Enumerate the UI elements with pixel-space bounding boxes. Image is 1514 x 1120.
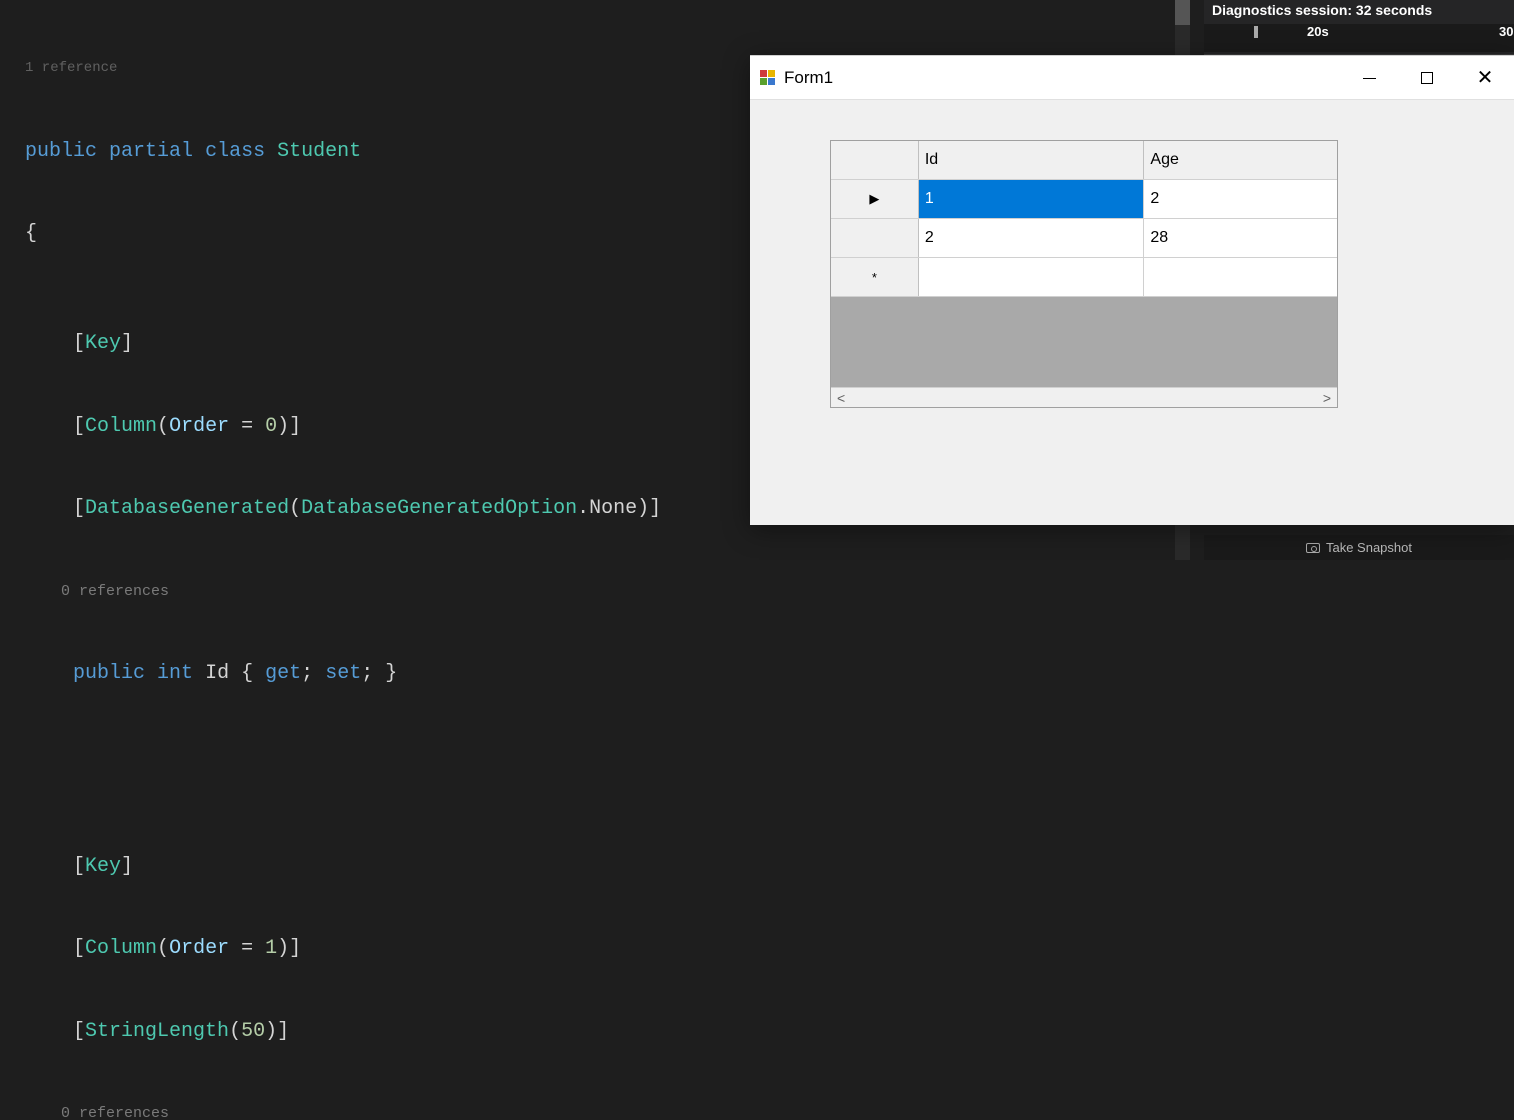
scroll-right-arrow-icon[interactable]: > bbox=[1319, 390, 1335, 406]
datagrid-corner[interactable] bbox=[831, 141, 919, 179]
diagnostics-title: Diagnostics session: 32 seconds bbox=[1212, 2, 1432, 18]
cell-id[interactable]: 2 bbox=[919, 219, 1145, 257]
close-icon: ✕ bbox=[1477, 68, 1494, 88]
datagrid[interactable]: Id Age ▶ 1 2 2 28 * < > bbox=[830, 140, 1338, 408]
timeline-tick: 30 bbox=[1499, 24, 1513, 39]
cell-empty[interactable] bbox=[919, 258, 1145, 296]
form1-window[interactable]: Form1 ✕ Id Age ▶ 1 2 2 28 * bbox=[750, 55, 1514, 525]
cell-age[interactable]: 28 bbox=[1144, 219, 1337, 257]
minimize-button[interactable] bbox=[1340, 56, 1398, 100]
form-icon bbox=[760, 70, 776, 86]
datagrid-empty-area bbox=[831, 297, 1337, 387]
snapshot-bar[interactable]: Take Snapshot bbox=[1204, 535, 1514, 560]
window-titlebar[interactable]: Form1 ✕ bbox=[750, 56, 1514, 100]
column-header-id[interactable]: Id bbox=[919, 141, 1145, 179]
close-button[interactable]: ✕ bbox=[1456, 56, 1514, 100]
datagrid-row[interactable]: ▶ 1 2 bbox=[831, 180, 1337, 219]
cell-id[interactable]: 1 bbox=[919, 180, 1145, 218]
datagrid-horizontal-scrollbar[interactable]: < > bbox=[831, 387, 1337, 407]
datagrid-row[interactable]: 2 28 bbox=[831, 219, 1337, 258]
maximize-button[interactable] bbox=[1398, 56, 1456, 100]
codelens[interactable]: 0 references bbox=[25, 578, 1190, 606]
column-header-age[interactable]: Age bbox=[1144, 141, 1337, 179]
cell-empty[interactable] bbox=[1144, 258, 1337, 296]
camera-icon bbox=[1306, 543, 1320, 553]
code-line: [StringLength(50)] bbox=[25, 1018, 1190, 1046]
code-line: public int Id { get; set; } bbox=[25, 660, 1190, 688]
timeline-tick: 20s bbox=[1307, 24, 1329, 39]
row-indicator[interactable]: ▶ bbox=[831, 180, 919, 218]
code-line: [Key] bbox=[25, 853, 1190, 881]
scroll-left-arrow-icon[interactable]: < bbox=[833, 390, 849, 406]
take-snapshot-label: Take Snapshot bbox=[1326, 540, 1412, 555]
code-blank-line bbox=[25, 743, 1190, 771]
timeline-marker bbox=[1254, 26, 1258, 38]
form-body: Id Age ▶ 1 2 2 28 * < > bbox=[750, 100, 1514, 448]
diagnostics-panel: Diagnostics session: 32 seconds 20s 30 bbox=[1204, 0, 1514, 55]
diagnostics-timeline[interactable] bbox=[1204, 24, 1514, 52]
codelens[interactable]: 0 references bbox=[25, 1100, 1190, 1120]
cell-age[interactable]: 2 bbox=[1144, 180, 1337, 218]
row-indicator[interactable] bbox=[831, 219, 919, 257]
scrollbar-thumb[interactable] bbox=[1175, 0, 1190, 25]
new-row-indicator[interactable]: * bbox=[831, 258, 919, 296]
datagrid-header-row: Id Age bbox=[831, 141, 1337, 180]
datagrid-new-row[interactable]: * bbox=[831, 258, 1337, 297]
window-title: Form1 bbox=[784, 68, 1340, 88]
code-line: [Column(Order = 1)] bbox=[25, 935, 1190, 963]
